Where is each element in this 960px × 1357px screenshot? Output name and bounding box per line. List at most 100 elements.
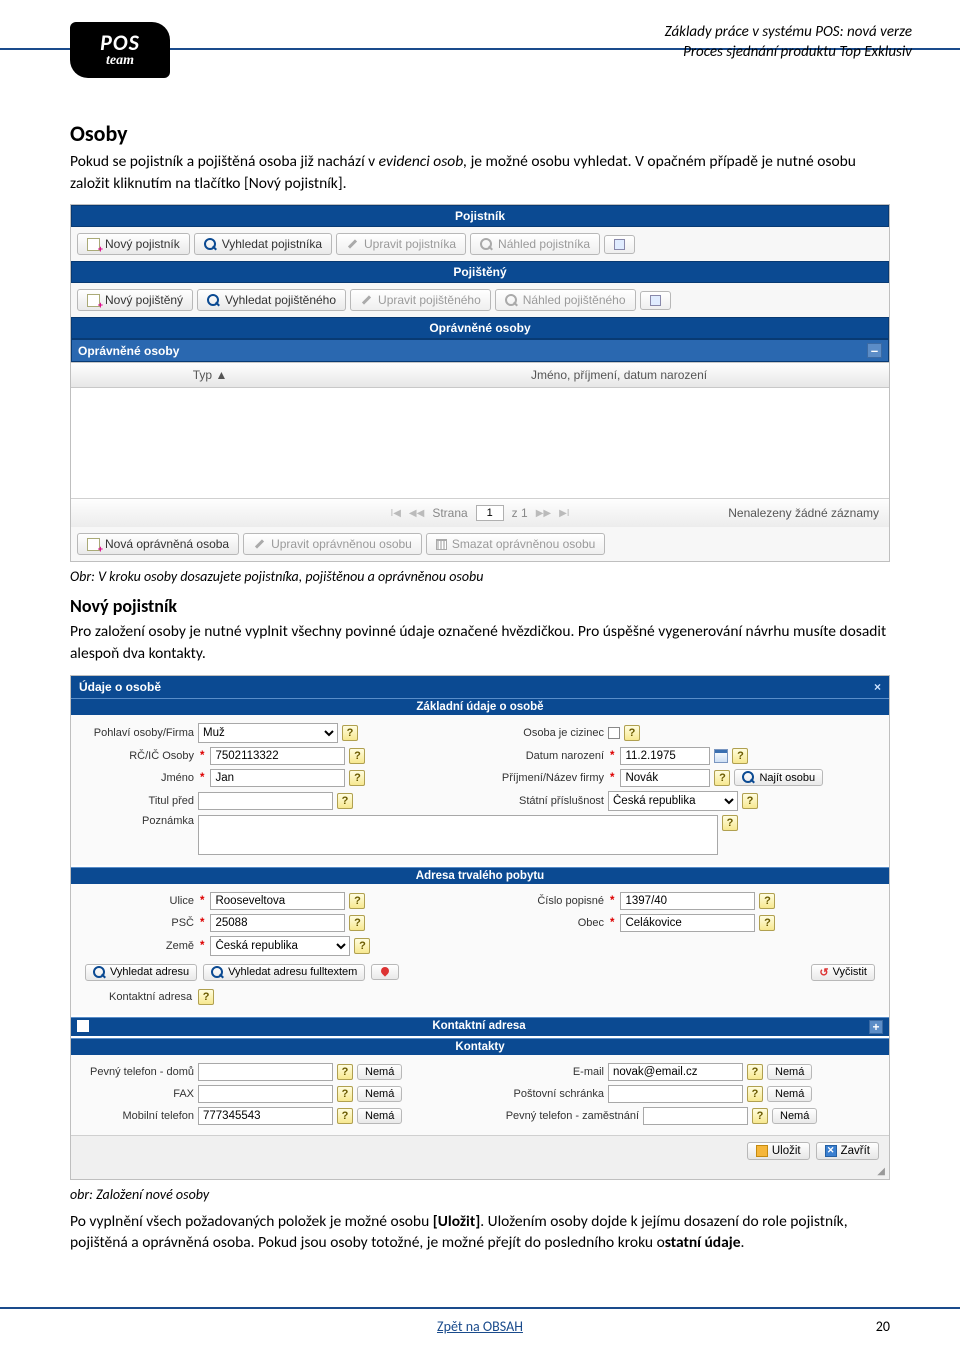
lbl-titul: Titul před [79, 795, 194, 807]
find-person-button[interactable]: Najít osobu [734, 769, 823, 786]
search-pojisteny-button[interactable]: Vyhledat pojištěného [197, 289, 346, 311]
select-prislusnost[interactable]: Česká republika [608, 791, 738, 811]
resize-handle[interactable]: ◢ [71, 1166, 889, 1179]
col-jmeno[interactable]: Jméno, příjmení, datum narození [349, 363, 889, 387]
input-titul[interactable] [198, 792, 333, 810]
help-icon[interactable]: ? [342, 725, 358, 741]
input-datum[interactable] [620, 747, 710, 765]
search-pojistnik-button[interactable]: Vyhledat pojistníka [194, 233, 332, 255]
form-adresa: Ulice * ? Číslo popisné * ? PSČ [71, 884, 889, 1015]
lbl-ulice: Ulice [79, 895, 194, 907]
help-icon[interactable]: ? [349, 915, 365, 931]
textarea-poznamka[interactable] [198, 815, 718, 855]
help-icon[interactable]: ? [349, 893, 365, 909]
modal-close-button[interactable]: × [874, 680, 881, 694]
search-address-fulltext-button[interactable]: Vyhledat adresu fulltextem [203, 964, 365, 981]
chk-cizinec[interactable] [608, 727, 620, 739]
help-icon[interactable]: ? [759, 893, 775, 909]
subbar-kontakty: Kontakty [71, 1038, 889, 1055]
help-icon[interactable]: ? [337, 1086, 353, 1102]
save-button[interactable]: Uložit [747, 1142, 810, 1160]
help-icon[interactable]: ? [742, 793, 758, 809]
subbar-zakladni: Základní údaje o osobě [71, 698, 889, 715]
input-psc[interactable] [210, 914, 345, 932]
pager-page-input[interactable] [476, 505, 504, 521]
expand-pojisteny-button[interactable] [640, 291, 671, 310]
help-icon[interactable]: ? [752, 1108, 768, 1124]
nema-button[interactable]: Nemá [357, 1086, 402, 1102]
logo: POS team [70, 22, 170, 78]
input-mobil[interactable] [198, 1107, 333, 1125]
help-icon[interactable]: ? [714, 770, 730, 786]
header-titles: Základy práce v systému POS: nová verze … [665, 22, 912, 63]
edit-pojistnik-button[interactable]: Upravit pojistníka [336, 233, 466, 255]
view-pojistnik-button[interactable]: Náhled pojistníka [470, 233, 600, 255]
section-novy-pojistnik-title: Nový pojistník [70, 595, 890, 617]
delete-opravnena-button[interactable]: Smazat oprávněnou osobu [426, 533, 605, 555]
help-icon[interactable]: ? [349, 748, 365, 764]
select-zeme[interactable]: Česká republika [210, 936, 350, 956]
input-email[interactable] [608, 1063, 743, 1081]
chk-kontaktni-adresa[interactable] [77, 1020, 89, 1032]
input-fax[interactable] [198, 1085, 333, 1103]
pager-first-icon[interactable]: I◀ [390, 508, 400, 519]
input-jmeno[interactable] [210, 769, 345, 787]
input-schranka[interactable] [608, 1085, 743, 1103]
view-pojisteny-button[interactable]: Náhled pojištěného [495, 289, 636, 311]
input-pevny-zam[interactable] [643, 1107, 748, 1125]
section-novy-pojistnik-para: Pro založení osoby je nutné vyplnit všec… [70, 621, 890, 664]
help-icon[interactable]: ? [722, 815, 738, 831]
nema-button[interactable]: Nemá [357, 1064, 402, 1080]
trash-icon [436, 539, 447, 550]
expand-kontaktni-button[interactable]: + [869, 1020, 883, 1034]
help-icon[interactable]: ? [624, 725, 640, 741]
back-to-toc-link[interactable]: Zpět na OBSAH [437, 1318, 523, 1335]
logo-line1: POS [100, 32, 140, 54]
help-icon[interactable]: ? [349, 770, 365, 786]
nema-button[interactable]: Nemá [772, 1108, 817, 1124]
pager-last-icon[interactable]: ▶I [559, 508, 569, 519]
bar-opravnene: Oprávněné osoby [71, 317, 889, 339]
input-obec[interactable] [620, 914, 755, 932]
help-icon[interactable]: ? [354, 938, 370, 954]
new-pojistnik-button[interactable]: Nový pojistník [77, 233, 190, 255]
pager-prev-icon[interactable]: ◀◀ [409, 508, 424, 519]
clear-button[interactable]: ↺Vyčistit [811, 964, 875, 981]
pager-next-icon[interactable]: ▶▶ [536, 508, 551, 519]
help-icon[interactable]: ? [747, 1064, 763, 1080]
help-icon[interactable]: ? [759, 915, 775, 931]
map-pin-button[interactable] [371, 964, 399, 980]
help-icon[interactable]: ? [198, 989, 214, 1005]
lbl-jmeno: Jméno [79, 772, 194, 784]
para-ulozit: Po vyplnění všech požadovaných položek j… [70, 1211, 890, 1254]
input-pevny-domu[interactable] [198, 1063, 333, 1081]
help-icon[interactable]: ? [337, 1064, 353, 1080]
edit-pojisteny-button[interactable]: Upravit pojištěného [350, 289, 491, 311]
help-icon[interactable]: ? [337, 1108, 353, 1124]
close-button[interactable]: ✕Zavřít [816, 1142, 879, 1160]
toolbar-pojisteny: Nový pojištěný Vyhledat pojištěného Upra… [71, 283, 889, 317]
page-footer: Zpět na OBSAH [0, 1318, 960, 1335]
nema-button[interactable]: Nemá [357, 1108, 402, 1124]
col-typ[interactable]: Typ ▲ [71, 363, 349, 387]
help-icon[interactable]: ? [337, 793, 353, 809]
newdoc-icon [87, 538, 100, 551]
input-rc[interactable] [210, 747, 345, 765]
help-icon[interactable]: ? [747, 1086, 763, 1102]
lbl-kontaktni-adresa: Kontaktní adresa [109, 991, 192, 1003]
edit-opravnena-button[interactable]: Upravit oprávněnou osobu [243, 533, 422, 555]
search-address-button[interactable]: Vyhledat adresu [85, 964, 197, 981]
input-prijmeni[interactable] [620, 769, 710, 787]
expand-pojistnik-button[interactable] [604, 235, 635, 254]
new-pojisteny-button[interactable]: Nový pojištěný [77, 289, 193, 311]
help-icon[interactable]: ? [732, 748, 748, 764]
new-opravnena-button[interactable]: Nová oprávněná osoba [77, 533, 239, 555]
nema-button[interactable]: Nemá [767, 1086, 812, 1102]
nema-button[interactable]: Nemá [767, 1064, 812, 1080]
calendar-icon[interactable] [714, 749, 728, 763]
collapse-button[interactable]: – [867, 343, 882, 358]
input-ulice[interactable] [210, 892, 345, 910]
lbl-pevny-zam: Pevný telefon - zaměstnání [489, 1110, 639, 1122]
select-pohlavi[interactable]: Muž [198, 723, 338, 743]
input-cp[interactable] [620, 892, 755, 910]
